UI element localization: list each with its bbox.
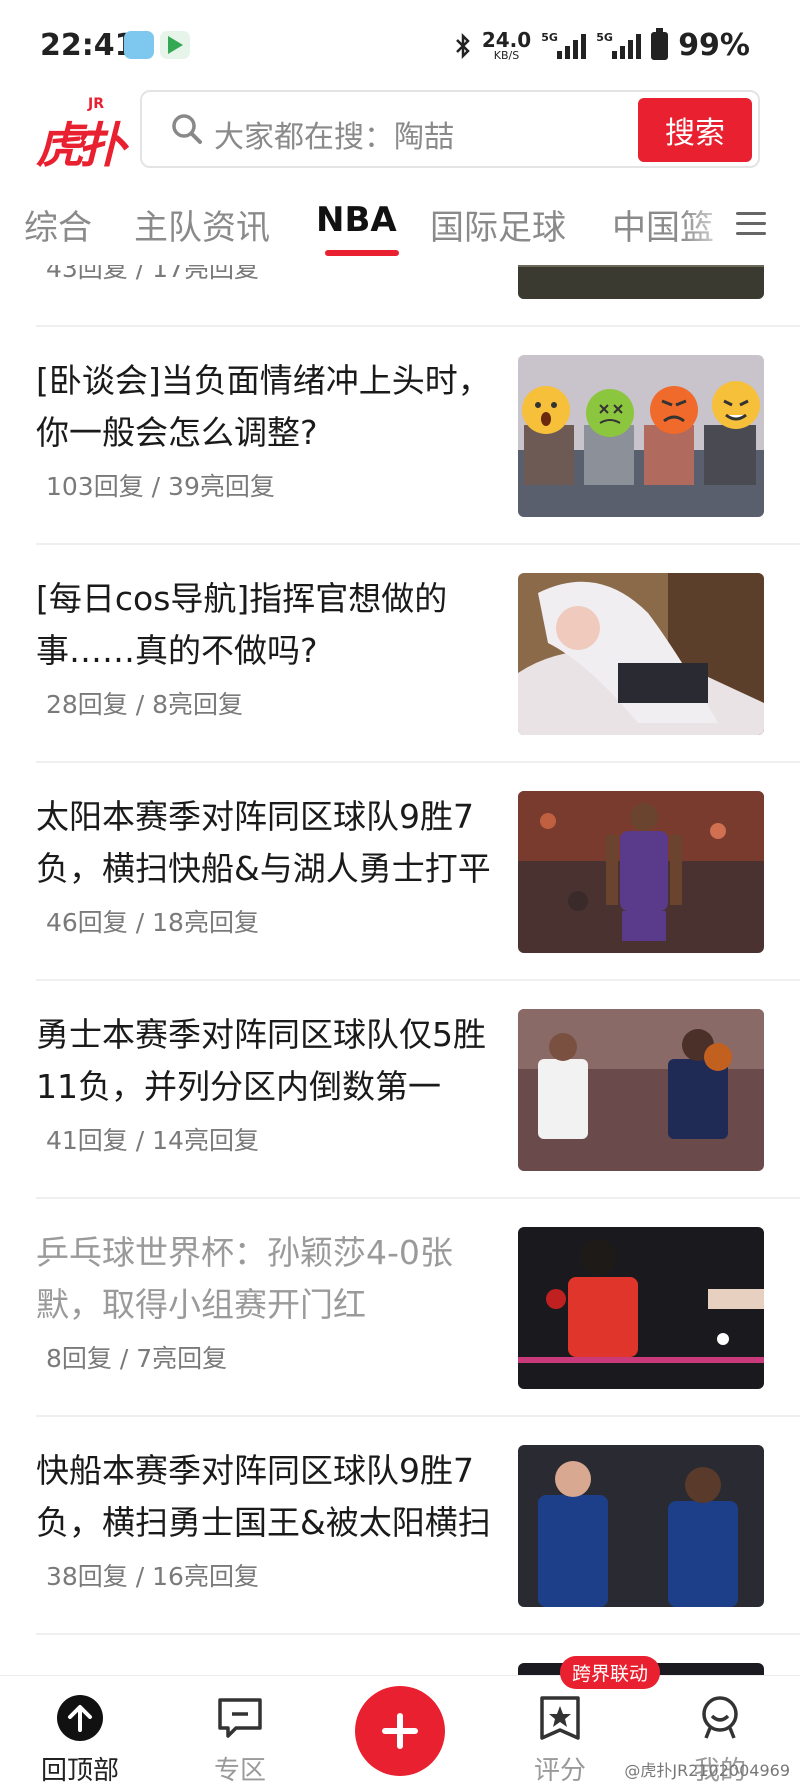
battery-icon: [651, 27, 669, 60]
arrow-up-circle-icon: [57, 1695, 103, 1741]
suns-player-image: [518, 791, 764, 953]
item-title: [卧谈会]当负面情绪冲上头时，你一般会怎么调整?: [36, 361, 491, 452]
play-store-icon: [160, 31, 190, 59]
battery-level: 99%: [678, 28, 750, 63]
net-speed-value: 24.0: [481, 28, 532, 52]
list-item[interactable]: 太阳本赛季对阵同区球队9胜7负，横扫快船&与湖人勇士打平 46回复 / 18亮回…: [36, 763, 800, 981]
list-item[interactable]: [卧谈会]当负面情绪冲上头时，你一般会怎么调整? 103回复 / 39亮回复: [36, 327, 800, 545]
search-input[interactable]: 大家都在搜：陶喆: [214, 112, 454, 156]
status-bar: 22:41 24.0 KB/S 5G 5G 99%: [0, 0, 800, 90]
nav-rating[interactable]: 评分: [490, 1676, 630, 1788]
create-post-button[interactable]: [355, 1686, 445, 1776]
menu-icon[interactable]: [736, 212, 766, 236]
list-item[interactable]: 勇士本赛季对阵同区球队仅5胜11负，并列分区内倒数第一 41回复 / 14亮回复: [36, 981, 800, 1199]
list-item[interactable]: [每日cos导航]指挥官想做的事……真的不做吗? 28回复 / 8亮回复: [36, 545, 800, 763]
news-feed: 43回复 / 17亮回复 [卧谈会]当负面情绪冲上头时，你一般会怎么调整? 10…: [0, 265, 800, 1675]
signal-icon-sim1: 5G: [541, 30, 587, 59]
header: 虎扑 JR 大家都在搜：陶喆 搜索: [0, 90, 800, 180]
watermark: @虎扑JR2102004969: [624, 1761, 790, 1780]
search-button[interactable]: 搜索: [638, 98, 752, 162]
item-title: 太阳本赛季对阵同区球队9胜7负，横扫快船&与湖人勇士打平: [36, 797, 491, 888]
item-meta: 38回复 / 16亮回复: [46, 1562, 259, 1591]
item-meta: 41回复 / 14亮回复: [46, 1126, 259, 1155]
emoji-faces-image: [518, 355, 764, 517]
star-badge-icon: [540, 1696, 580, 1740]
item-meta: 46回复 / 18亮回复: [46, 908, 259, 937]
warriors-clippers-image: [518, 1009, 764, 1171]
item-meta: 103回复 / 39亮回复: [46, 472, 275, 501]
tab-nba[interactable]: NBA: [316, 200, 397, 240]
nav-label: 评分: [533, 1756, 586, 1786]
category-tabs: 综合 主队资讯 NBA 国际足球 中国篮: [0, 190, 800, 260]
net-speed-unit: KB/S: [493, 49, 520, 62]
nav-label: 回顶部: [40, 1756, 119, 1786]
active-tab-indicator: [325, 250, 399, 256]
tab-intl-football[interactable]: 国际足球: [430, 200, 566, 249]
bluetooth-icon: [455, 32, 470, 59]
list-item[interactable]: 快船本赛季对阵同区球队9胜7负，横扫勇士国王&被太阳横扫 38回复 / 16亮回…: [36, 1417, 800, 1635]
cosplay-image: [518, 573, 764, 735]
search-icon: [172, 114, 202, 144]
tab-team-news[interactable]: 主队资讯: [134, 200, 270, 249]
status-time: 22:41: [40, 28, 136, 63]
list-item[interactable]: [36, 1635, 800, 1675]
table-tennis-image: [518, 1227, 764, 1389]
logo-text: 虎扑: [36, 118, 126, 174]
item-meta: 28回复 / 8亮回复: [46, 690, 244, 719]
item-meta: 8回复 / 7亮回复: [46, 1344, 228, 1373]
promo-badge[interactable]: 跨界联动: [560, 1656, 661, 1689]
search-bar[interactable]: 大家都在搜：陶喆 搜索: [140, 90, 760, 168]
item-title: 勇士本赛季对阵同区球队仅5胜11负，并列分区内倒数第一: [36, 1015, 486, 1106]
logo-sup: JR: [88, 96, 104, 112]
tab-fade: [680, 190, 740, 250]
item-meta: 43回复 / 17亮回复: [46, 265, 259, 283]
status-indicators: 24.0 KB/S 5G 5G 99%: [454, 27, 750, 63]
app-notification-icon: [124, 31, 154, 59]
thumbnail-image: [518, 265, 764, 299]
sim1-label: 5G: [541, 30, 558, 44]
tab-zonghe[interactable]: 综合: [24, 200, 92, 249]
profile-icon: [702, 1696, 738, 1739]
chat-bubble-icon: [218, 1698, 262, 1738]
item-title: 乒乓球世界杯：孙颖莎4-0张默，取得小组赛开门红: [36, 1233, 453, 1324]
item-title: 快船本赛季对阵同区球队9胜7负，横扫勇士国王&被太阳横扫: [36, 1451, 491, 1542]
app-logo[interactable]: 虎扑 JR: [36, 96, 126, 174]
list-item[interactable]: 乒乓球世界杯：孙颖莎4-0张默，取得小组赛开门红 8回复 / 7亮回复: [36, 1199, 800, 1417]
clippers-players-image: [518, 1445, 764, 1607]
nav-back-to-top[interactable]: 回顶部: [10, 1676, 150, 1788]
nav-label: 专区: [213, 1756, 266, 1786]
signal-icon-sim2: 5G: [596, 30, 642, 59]
item-title: [每日cos导航]指挥官想做的事……真的不做吗?: [36, 579, 448, 670]
sim2-label: 5G: [596, 30, 613, 44]
nav-zone[interactable]: 专区: [170, 1676, 310, 1788]
list-item[interactable]: 43回复 / 17亮回复: [36, 265, 800, 327]
net-speed: 24.0 KB/S: [482, 30, 531, 61]
